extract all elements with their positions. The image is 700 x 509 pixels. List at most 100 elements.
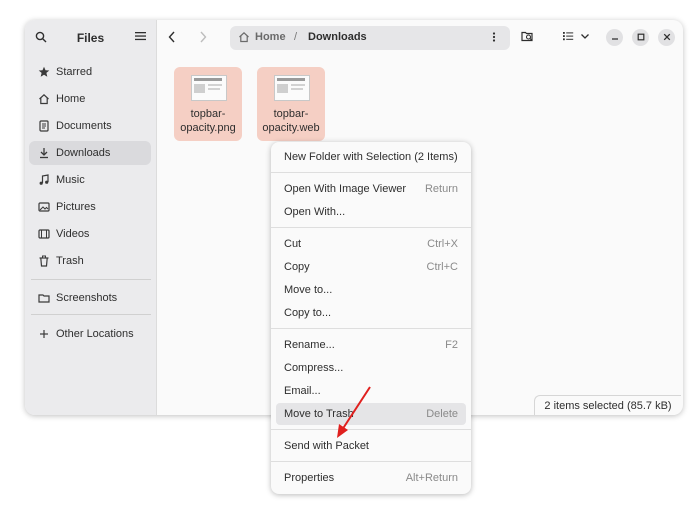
menu-item-new-folder-with-selection[interactable]: New Folder with Selection (2 Items) — [276, 146, 466, 168]
file-item[interactable]: topbar- opacity.web — [257, 67, 325, 141]
menu-item-properties[interactable]: Properties Alt+Return — [276, 467, 466, 489]
maximize-button[interactable] — [632, 29, 649, 46]
file-name-line: opacity.png — [180, 122, 236, 134]
sidebar-item-screenshots[interactable]: Screenshots — [29, 286, 151, 310]
menu-separator — [271, 328, 471, 329]
menu-item-label: Email... — [284, 385, 321, 397]
chevron-left-icon — [168, 31, 176, 46]
sidebar-item-label: Screenshots — [56, 292, 118, 304]
menu-separator — [271, 429, 471, 430]
menu-item-label: Send with Packet — [284, 440, 369, 452]
sidebar-item-label: Pictures — [56, 201, 96, 213]
back-button[interactable] — [164, 30, 180, 46]
plus-icon — [38, 328, 50, 340]
home-icon — [38, 93, 50, 105]
path-bar: Home / Downloads — [230, 26, 510, 50]
sidebar-item-downloads[interactable]: Downloads — [29, 141, 151, 165]
menu-separator — [271, 227, 471, 228]
home-icon[interactable] — [238, 31, 250, 46]
close-icon — [663, 32, 671, 44]
minimize-button[interactable] — [606, 29, 623, 46]
sidebar-item-music[interactable]: Music — [29, 168, 151, 192]
hamburger-menu-icon[interactable] — [135, 31, 146, 44]
menu-item-move-to[interactable]: Move to... — [276, 279, 466, 301]
sidebar-item-pictures[interactable]: Pictures — [29, 195, 151, 219]
path-separator: / — [294, 31, 298, 43]
sidebar-item-videos[interactable]: Videos — [29, 222, 151, 246]
menu-item-label: Copy — [284, 261, 310, 273]
file-name-line: opacity.web — [262, 122, 320, 134]
picture-icon — [38, 201, 50, 213]
menu-item-label: New Folder with Selection (2 Items) — [284, 151, 458, 163]
sidebar-item-starred[interactable]: Starred — [29, 60, 151, 84]
search-in-folder-button[interactable] — [521, 30, 535, 46]
menu-item-label: Properties — [284, 472, 335, 484]
sidebar-item-label: Trash — [56, 255, 84, 267]
star-icon — [38, 66, 50, 78]
sidebar: Files Starred Home Documents Downloads M… — [25, 20, 157, 415]
sidebar-header: Files — [25, 20, 156, 56]
context-menu: New Folder with Selection (2 Items) Open… — [271, 142, 471, 494]
file-thumbnail — [274, 75, 310, 101]
menu-item-label: Move to Trash — [284, 408, 354, 420]
sidebar-item-label: Documents — [56, 120, 112, 132]
menu-item-shortcut: Ctrl+C — [426, 261, 458, 273]
view-options-button[interactable] — [580, 30, 590, 45]
menu-item-move-to-trash[interactable]: Move to Trash Delete — [276, 403, 466, 425]
file-name-line: topbar- — [190, 108, 226, 120]
menu-item-label: Move to... — [284, 284, 333, 296]
view-list-button[interactable] — [562, 30, 574, 45]
menu-item-compress[interactable]: Compress... — [276, 357, 466, 379]
download-icon — [38, 147, 50, 159]
sidebar-item-label: Starred — [56, 66, 93, 78]
header-bar: Home / Downloads — [157, 20, 683, 56]
menu-item-open-with[interactable]: Open With... — [276, 201, 466, 223]
menu-item-shortcut: Alt+Return — [405, 472, 458, 484]
trash-icon — [38, 255, 50, 267]
vertical-dots-icon[interactable] — [492, 31, 496, 46]
menu-item-copy-to[interactable]: Copy to... — [276, 302, 466, 324]
folder-icon — [38, 292, 50, 304]
sidebar-divider — [31, 279, 151, 280]
menu-item-rename[interactable]: Rename... F2 — [276, 334, 466, 356]
menu-item-cut[interactable]: Cut Ctrl+X — [276, 233, 466, 255]
file-item[interactable]: topbar- opacity.png — [174, 67, 242, 141]
menu-item-shortcut: F2 — [445, 339, 458, 351]
menu-item-email[interactable]: Email... — [276, 380, 466, 402]
document-icon — [38, 120, 50, 132]
sidebar-item-home[interactable]: Home — [29, 87, 151, 111]
sidebar-item-other-locations[interactable]: Other Locations — [29, 322, 151, 346]
menu-item-open-with-image-viewer[interactable]: Open With Image Viewer Return — [276, 178, 466, 200]
forward-button[interactable] — [195, 30, 211, 46]
video-icon — [38, 228, 50, 240]
sidebar-item-label: Home — [56, 93, 86, 105]
sidebar-item-documents[interactable]: Documents — [29, 114, 151, 138]
maximize-icon — [637, 32, 645, 44]
close-button[interactable] — [658, 29, 675, 46]
sidebar-item-label: Other Locations — [56, 328, 134, 340]
minimize-icon — [611, 32, 619, 44]
sidebar-item-label: Videos — [56, 228, 90, 240]
menu-item-label: Compress... — [284, 362, 344, 374]
path-current-folder[interactable]: Downloads — [308, 31, 367, 43]
list-view-icon — [562, 30, 574, 45]
menu-separator — [271, 172, 471, 173]
sidebar-divider — [31, 314, 151, 315]
menu-item-label: Open With... — [284, 206, 346, 218]
sidebar-item-trash[interactable]: Trash — [29, 249, 151, 273]
menu-item-shortcut: Ctrl+X — [427, 238, 458, 250]
path-home-button[interactable]: Home — [255, 31, 286, 43]
music-icon — [38, 174, 50, 186]
file-thumbnail — [191, 75, 227, 101]
file-name: topbar- opacity.png — [174, 107, 242, 135]
menu-item-label: Copy to... — [284, 307, 332, 319]
sidebar-item-label: Downloads — [56, 147, 111, 159]
chevron-down-icon — [580, 30, 590, 45]
selection-status: 2 items selected (85.7 kB) — [534, 395, 681, 415]
menu-item-send-with-packet[interactable]: Send with Packet — [276, 435, 466, 457]
menu-separator — [271, 461, 471, 462]
file-name: topbar- opacity.web — [257, 107, 325, 135]
menu-item-label: Rename... — [284, 339, 335, 351]
folder-search-icon — [521, 30, 535, 46]
menu-item-copy[interactable]: Copy Ctrl+C — [276, 256, 466, 278]
